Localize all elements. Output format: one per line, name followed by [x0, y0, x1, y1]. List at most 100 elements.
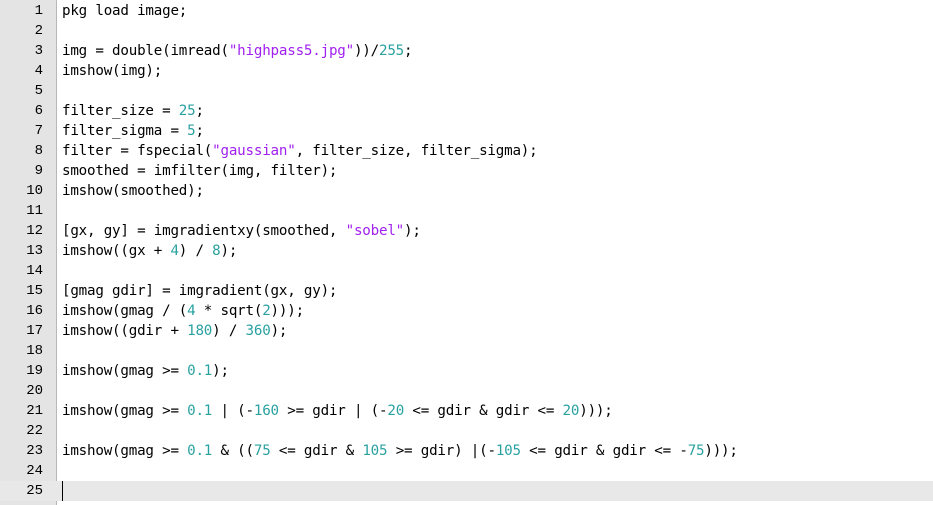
code-token: );: [220, 243, 238, 259]
code-line[interactable]: 2: [0, 21, 933, 41]
code-token: [gx, gy] = imgradientxy(smoothed,: [62, 223, 346, 239]
number-literal: 160: [253, 403, 279, 419]
code-line[interactable]: 24: [0, 461, 933, 481]
code-text[interactable]: [gmag gdir] = imgradient(gx, gy);: [62, 281, 337, 301]
code-token: filter_size =: [62, 103, 179, 119]
code-line[interactable]: 7 filter_sigma = 5;: [0, 121, 933, 141]
line-number: 9: [34, 163, 43, 179]
code-text[interactable]: imshow((gx + 4) / 8);: [62, 241, 237, 261]
code-text[interactable]: pkg load image;: [62, 1, 187, 21]
line-number: 4: [34, 63, 43, 79]
code-line[interactable]: 15 [gmag gdir] = imgradient(gx, gy);: [0, 281, 933, 301]
line-number: 5: [34, 83, 43, 99]
code-line[interactable]: 6 filter_size = 25;: [0, 101, 933, 121]
code-token: ))/: [353, 43, 379, 59]
number-literal: 0.1: [187, 443, 213, 459]
code-text[interactable]: imshow(gmag >= 0.1);: [62, 361, 229, 381]
line-number: 16: [26, 303, 43, 319]
line-number: 3: [34, 43, 43, 59]
code-line[interactable]: 3 img = double(imread("highpass5.jpg"))/2…: [0, 41, 933, 61]
code-text[interactable]: imshow(gmag / (4 * sqrt(2)));: [62, 301, 304, 321]
code-token: ;: [404, 43, 413, 59]
number-literal: 8: [212, 243, 221, 259]
code-token: | (-: [212, 403, 254, 419]
code-line[interactable]: 19 imshow(gmag >= 0.1);: [0, 361, 933, 381]
code-line[interactable]: 8 filter = fspecial("gaussian", filter_si…: [0, 141, 933, 161]
code-line[interactable]: 21 imshow(gmag >= 0.1 | (-160 >= gdir | (…: [0, 401, 933, 421]
code-text[interactable]: img = double(imread("highpass5.jpg"))/25…: [62, 41, 413, 61]
code-line[interactable]: 18: [0, 341, 933, 361]
number-literal: 2: [262, 303, 271, 319]
code-token: <= gdir &: [270, 443, 363, 459]
number-literal: 255: [379, 43, 405, 59]
number-literal: 0.1: [187, 403, 213, 419]
code-text[interactable]: smoothed = imfilter(img, filter);: [62, 161, 337, 181]
code-token: imshow(gmag >=: [62, 363, 188, 379]
code-line[interactable]: 5: [0, 81, 933, 101]
code-line[interactable]: 23 imshow(gmag >= 0.1 & ((75 <= gdir & 10…: [0, 441, 933, 461]
code-token: ;: [195, 103, 204, 119]
code-text[interactable]: filter_sigma = 5;: [62, 121, 204, 141]
line-number: 19: [26, 363, 43, 379]
line-number: 25: [26, 483, 43, 499]
string-literal: "gaussian": [212, 143, 296, 159]
code-token: >= gdir | (-: [278, 403, 388, 419]
line-number: 2: [34, 23, 43, 39]
string-literal: "highpass5.jpg": [228, 43, 354, 59]
line-number: 14: [26, 263, 43, 279]
line-number: 15: [26, 283, 43, 299]
code-text[interactable]: filter_size = 25;: [62, 101, 204, 121]
code-line[interactable]: 12 [gx, gy] = imgradientxy(smoothed, "sob…: [0, 221, 933, 241]
code-text[interactable]: imshow((gdir + 180) / 360);: [62, 321, 287, 341]
code-editor[interactable]: 1 pkg load image; 2 3 img = double(imread("h…: [0, 0, 933, 505]
code-token: smoothed = imfilter(img, filter);: [62, 163, 338, 179]
number-literal: 20: [387, 403, 405, 419]
code-lines[interactable]: 1 pkg load image; 2 3 img = double(imread("h…: [0, 1, 933, 501]
code-token: );: [212, 363, 229, 379]
number-literal: 360: [245, 323, 271, 339]
code-token: ) /: [212, 323, 246, 339]
code-token: imshow(smoothed);: [62, 183, 204, 199]
code-token: <= gdir & gdir <=: [404, 403, 563, 419]
line-number: 24: [26, 463, 43, 479]
code-line[interactable]: 1 pkg load image;: [0, 1, 933, 21]
code-text[interactable]: [gx, gy] = imgradientxy(smoothed, "sobel…: [62, 221, 421, 241]
code-line[interactable]: 22: [0, 421, 933, 441]
code-line[interactable]: 13 imshow((gx + 4) / 8);: [0, 241, 933, 261]
code-token: filter = fspecial(: [62, 143, 213, 159]
code-token: imshow((gdir +: [62, 323, 188, 339]
code-line[interactable]: 9 smoothed = imfilter(img, filter);: [0, 161, 933, 181]
code-token: imshow(gmag >=: [62, 403, 188, 419]
code-line[interactable]: 10 imshow(smoothed);: [0, 181, 933, 201]
code-line[interactable]: 25: [0, 481, 933, 501]
line-number: 12: [26, 223, 43, 239]
number-literal: 0.1: [187, 363, 213, 379]
code-line[interactable]: 14: [0, 261, 933, 281]
code-text[interactable]: imshow(gmag >= 0.1 | (-160 >= gdir | (-2…: [62, 401, 613, 421]
line-number: 1: [34, 3, 43, 19]
code-token: filter_sigma =: [62, 123, 188, 139]
code-line[interactable]: 16 imshow(gmag / (4 * sqrt(2)));: [0, 301, 933, 321]
code-line[interactable]: 17 imshow((gdir + 180) / 360);: [0, 321, 933, 341]
code-text[interactable]: imshow(smoothed);: [62, 181, 204, 201]
code-text[interactable]: filter = fspecial("gaussian", filter_siz…: [62, 141, 538, 161]
number-literal: 25: [178, 103, 196, 119]
code-token: * sqrt(: [195, 303, 263, 319]
line-number: 6: [34, 103, 43, 119]
code-line[interactable]: 4 imshow(img);: [0, 61, 933, 81]
line-number: 13: [26, 243, 43, 259]
code-token: [gmag gdir] = imgradient(gx, gy);: [62, 283, 338, 299]
number-literal: 105: [362, 443, 388, 459]
code-text[interactable]: imshow(img);: [62, 61, 162, 81]
code-line[interactable]: 11: [0, 201, 933, 221]
code-line[interactable]: 20: [0, 381, 933, 401]
code-token: imshow(gmag / (: [62, 303, 188, 319]
code-token: );: [270, 323, 288, 339]
number-literal: 75: [687, 443, 705, 459]
number-literal: 75: [253, 443, 271, 459]
number-literal: 4: [170, 243, 179, 259]
line-number: 20: [26, 383, 43, 399]
code-text[interactable]: imshow(gmag >= 0.1 & ((75 <= gdir & 105 …: [62, 441, 738, 461]
line-number: 7: [34, 123, 43, 139]
code-token: img = double(imread(: [62, 43, 229, 59]
